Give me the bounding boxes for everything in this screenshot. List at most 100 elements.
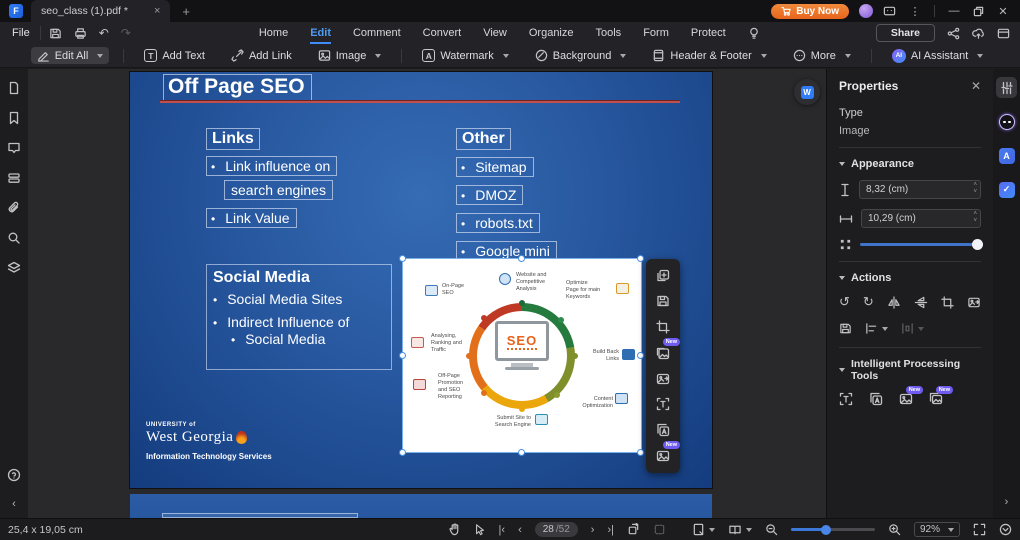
replace-image-icon[interactable] bbox=[967, 296, 981, 309]
rotate-right-icon[interactable]: ↻ bbox=[863, 294, 874, 310]
hand-tool-icon[interactable] bbox=[448, 523, 461, 536]
background-button[interactable]: Background bbox=[529, 47, 633, 64]
menu-home[interactable]: Home bbox=[259, 25, 288, 41]
resize-handle-w[interactable] bbox=[399, 352, 406, 359]
social-media-textbox[interactable]: Social Media Social Media Sites Indirect… bbox=[206, 264, 392, 370]
close-button[interactable]: ✕ bbox=[994, 5, 1012, 18]
replace-image-icon[interactable] bbox=[656, 372, 670, 386]
page-thumbnails-icon[interactable] bbox=[7, 81, 21, 95]
zoom-out-button[interactable] bbox=[765, 523, 778, 536]
redo-icon[interactable]: ↷ bbox=[121, 26, 131, 40]
more-button[interactable]: More bbox=[787, 47, 857, 64]
watermark-button[interactable]: A Watermark bbox=[416, 47, 514, 64]
share-button[interactable]: Share bbox=[876, 24, 935, 42]
crop-icon[interactable] bbox=[941, 296, 954, 309]
previous-page-button[interactable]: ‹ bbox=[518, 524, 522, 536]
opacity-slider-knob[interactable] bbox=[972, 239, 983, 250]
collapse-statusbar-button[interactable] bbox=[999, 523, 1012, 536]
print-icon[interactable] bbox=[74, 27, 87, 40]
zoom-slider[interactable] bbox=[791, 528, 875, 531]
annotations-list-icon[interactable] bbox=[7, 171, 21, 185]
flip-vertical-icon[interactable] bbox=[914, 296, 928, 309]
image-to-text-icon[interactable] bbox=[869, 392, 883, 406]
other-bullet-3[interactable]: robots.txt bbox=[456, 213, 540, 233]
duplicate-image-icon[interactable] bbox=[656, 269, 670, 283]
share-link-icon[interactable] bbox=[947, 27, 960, 40]
links-bullet-1-cont[interactable]: search engines bbox=[224, 180, 333, 200]
fullscreen-icon[interactable] bbox=[973, 523, 986, 536]
recognize-text-icon[interactable] bbox=[839, 392, 853, 406]
height-stepper[interactable]: ˄˅ bbox=[973, 182, 977, 196]
header-footer-button[interactable]: Header & Footer bbox=[646, 47, 772, 64]
image-menu-button[interactable]: Image bbox=[312, 47, 388, 64]
ai-assistant-button[interactable]: AI AI Assistant bbox=[886, 47, 989, 65]
attachments-icon[interactable] bbox=[7, 201, 21, 215]
reading-mode-dropdown[interactable] bbox=[728, 523, 752, 536]
select-tool-icon[interactable] bbox=[474, 523, 486, 536]
slide-title[interactable]: Off Page SEO bbox=[163, 74, 312, 102]
width-input[interactable]: 10,29 (cm) ˄˅ bbox=[861, 209, 981, 228]
tips-bulb-icon[interactable] bbox=[748, 27, 760, 40]
new-tab-button[interactable]: + bbox=[182, 4, 190, 19]
menu-convert[interactable]: Convert bbox=[423, 25, 462, 41]
crop-image-icon[interactable] bbox=[656, 320, 670, 334]
last-page-button[interactable]: ›| bbox=[607, 524, 614, 536]
ai-image-enhance-icon[interactable] bbox=[656, 346, 670, 360]
recognize-text-icon[interactable] bbox=[656, 397, 670, 411]
menu-edit[interactable]: Edit bbox=[310, 25, 331, 41]
help-icon[interactable] bbox=[7, 468, 21, 482]
resize-handle-e[interactable] bbox=[637, 352, 644, 359]
translate-button[interactable]: A bbox=[996, 145, 1017, 166]
properties-close-icon[interactable]: ✕ bbox=[971, 79, 981, 93]
rotate-page-icon[interactable] bbox=[627, 523, 640, 536]
first-page-button[interactable]: |‹ bbox=[499, 524, 506, 536]
todo-button[interactable]: ✓ bbox=[996, 179, 1017, 200]
expand-panel-icon[interactable]: › bbox=[1005, 496, 1009, 508]
add-link-button[interactable]: Add Link bbox=[225, 47, 298, 64]
properties-strip-button[interactable] bbox=[996, 77, 1017, 98]
feedback-icon[interactable] bbox=[883, 5, 896, 18]
links-bullet-1[interactable]: Link influence on bbox=[206, 156, 337, 176]
batch-image-tools-icon[interactable] bbox=[929, 392, 943, 406]
align-dropdown[interactable] bbox=[865, 322, 888, 335]
zoom-level-dropdown[interactable]: 92% bbox=[914, 522, 960, 537]
menu-view[interactable]: View bbox=[483, 25, 507, 41]
other-bullet-2[interactable]: DMOZ bbox=[456, 185, 523, 205]
ipt-section-header[interactable]: Intelligent Processing Tools bbox=[839, 358, 981, 382]
edit-all-button[interactable]: Edit All bbox=[31, 47, 110, 64]
appearance-section-header[interactable]: Appearance bbox=[839, 158, 981, 170]
links-bullet-2[interactable]: Link Value bbox=[206, 208, 297, 228]
restore-button[interactable] bbox=[973, 6, 984, 17]
search-icon[interactable] bbox=[7, 231, 21, 245]
other-bullet-4[interactable]: Google mini bbox=[456, 241, 557, 261]
zoom-slider-knob[interactable] bbox=[821, 525, 831, 535]
opacity-slider[interactable] bbox=[860, 243, 981, 246]
extract-image-icon[interactable] bbox=[656, 294, 670, 308]
resize-handle-se[interactable] bbox=[637, 449, 644, 456]
page-layout-dropdown[interactable] bbox=[692, 523, 715, 536]
selected-image[interactable]: SEO On-Page SEO Website and Competitive … bbox=[403, 259, 641, 452]
links-heading[interactable]: Links bbox=[206, 128, 260, 150]
menu-comment[interactable]: Comment bbox=[353, 25, 401, 41]
next-pdf-page[interactable] bbox=[130, 494, 712, 518]
cloud-upload-icon[interactable] bbox=[972, 27, 985, 40]
other-heading[interactable]: Other bbox=[456, 128, 511, 150]
resize-handle-ne[interactable] bbox=[637, 255, 644, 262]
app-menu-kebab-icon[interactable]: ⋮ bbox=[906, 5, 924, 18]
buy-now-button[interactable]: Buy Now bbox=[771, 4, 849, 19]
resize-handle-n[interactable] bbox=[518, 255, 525, 262]
image-to-text-icon[interactable] bbox=[656, 423, 670, 437]
undo-icon[interactable]: ↶ bbox=[99, 26, 109, 40]
resize-handle-sw[interactable] bbox=[399, 449, 406, 456]
ai-chatbot-button[interactable] bbox=[996, 111, 1017, 132]
menu-tools[interactable]: Tools bbox=[596, 25, 622, 41]
bookmarks-icon[interactable] bbox=[7, 111, 21, 125]
file-menu[interactable]: File bbox=[0, 27, 40, 39]
current-page[interactable]: 28 bbox=[543, 524, 554, 535]
document-canvas[interactable]: Off Page SEO Links Link influence on sea… bbox=[28, 69, 826, 518]
zoom-in-button[interactable] bbox=[888, 523, 901, 536]
ai-image-tools-icon[interactable] bbox=[656, 449, 670, 463]
resize-handle-s[interactable] bbox=[518, 449, 525, 456]
width-stepper[interactable]: ˄˅ bbox=[973, 211, 977, 225]
add-text-button[interactable]: T Add Text bbox=[138, 47, 211, 64]
